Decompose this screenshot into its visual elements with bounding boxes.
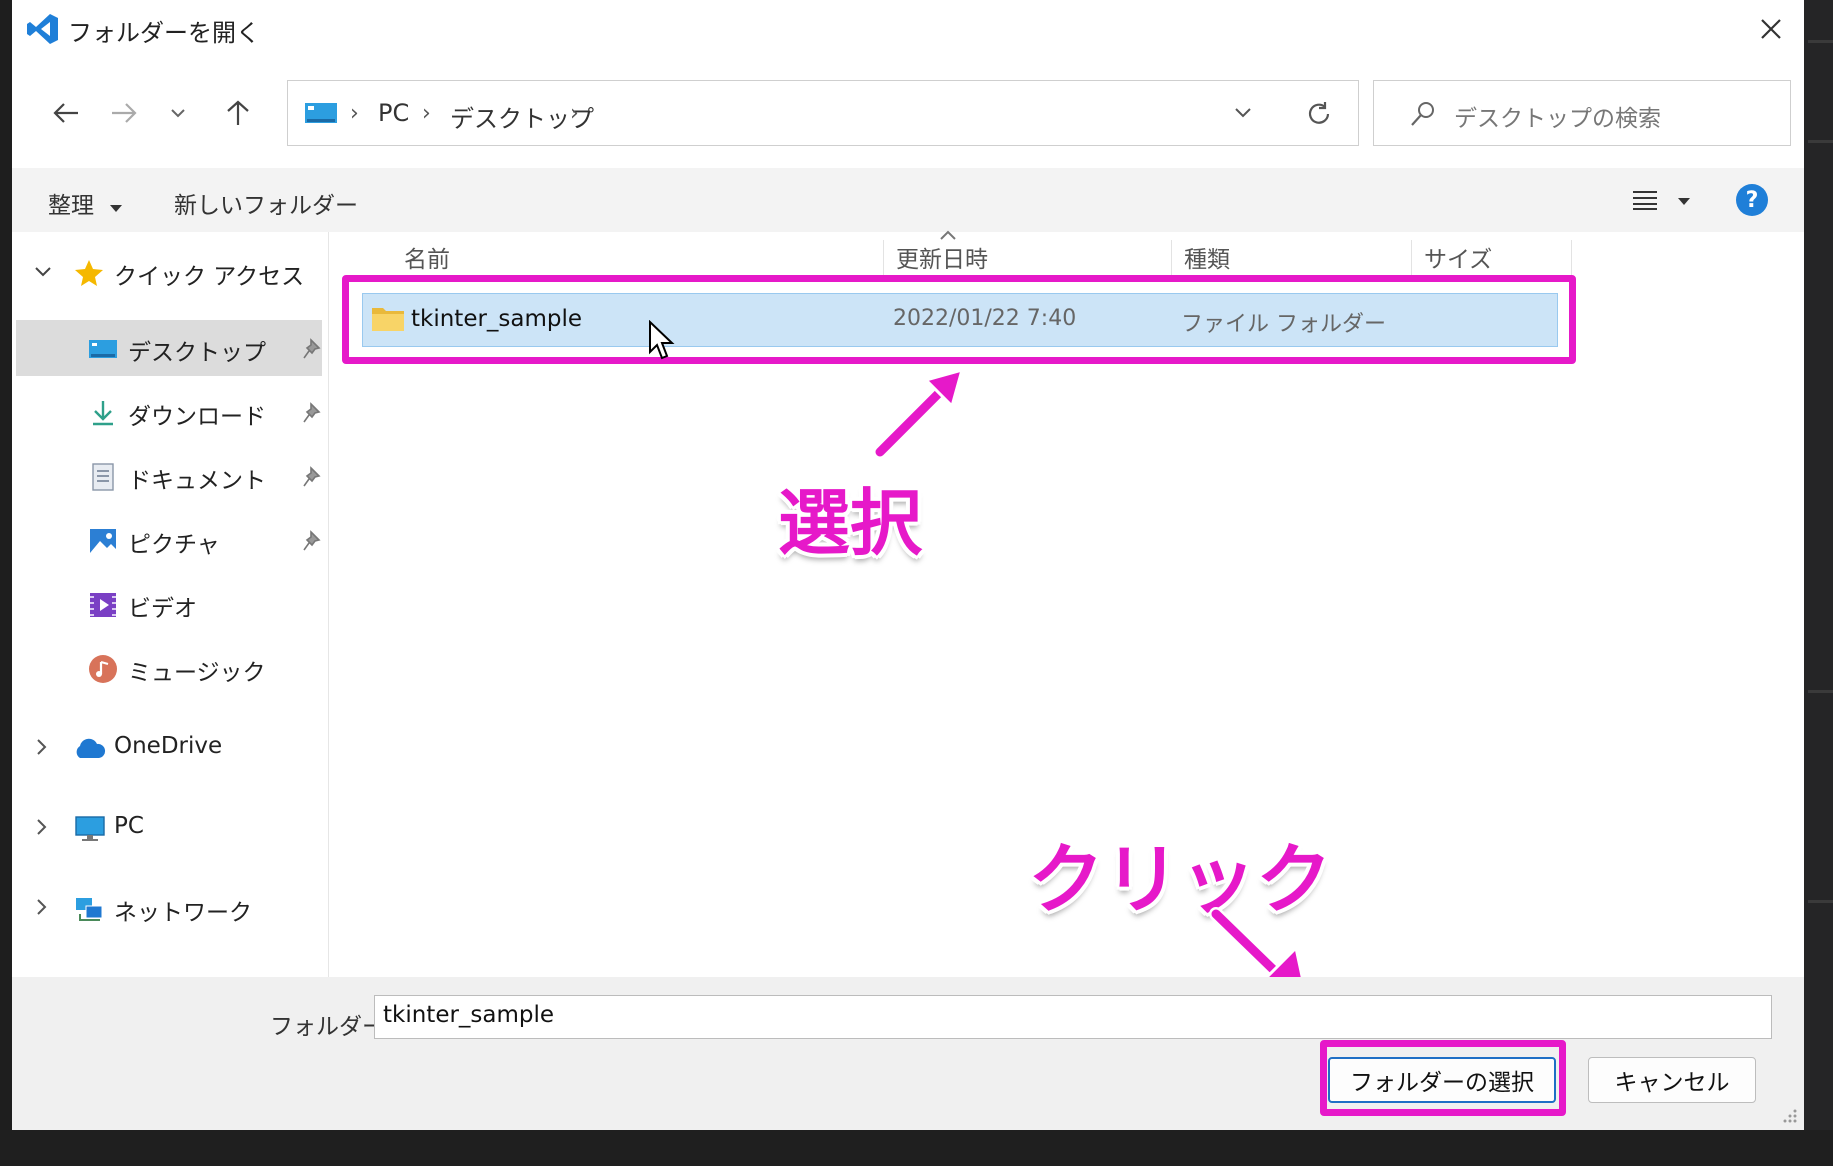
- annotation-select-text: 選択: [778, 481, 923, 565]
- forward-button[interactable]: [102, 88, 146, 138]
- cloud-icon: [76, 738, 106, 758]
- chevron-right-icon: [37, 739, 47, 755]
- sidebar-item-downloads[interactable]: ダウンロード: [16, 384, 322, 440]
- back-button[interactable]: [44, 88, 88, 138]
- arrow-right-icon: [112, 103, 137, 123]
- search-placeholder: デスクトップの検索: [1454, 106, 1661, 132]
- caret-down-icon: [1678, 198, 1691, 205]
- list-view-icon: [1633, 191, 1657, 210]
- background-line: [1808, 900, 1833, 903]
- sidebar-item-label: OneDrive: [114, 733, 223, 759]
- annotation-arrow-up: [873, 367, 965, 459]
- address-bar[interactable]: › PC › デスクトップ ›: [287, 80, 1359, 146]
- folder-name-input[interactable]: tkinter_sample: [374, 995, 1772, 1039]
- pin-icon[interactable]: [302, 402, 322, 424]
- background-line: [1808, 40, 1833, 43]
- search-box[interactable]: デスクトップの検索: [1373, 80, 1791, 146]
- desktop-icon: [305, 103, 337, 123]
- address-history-icon[interactable]: [1234, 107, 1252, 119]
- desktop-icon: [89, 340, 117, 358]
- recent-locations-button[interactable]: [156, 88, 200, 138]
- breadcrumb-separator: ›: [422, 101, 431, 126]
- sidebar-item-pc[interactable]: PC: [16, 800, 320, 856]
- organize-label: 整理: [48, 193, 94, 219]
- sidebar-item-desktop[interactable]: デスクトップ: [16, 320, 322, 376]
- background-line: [1808, 140, 1833, 143]
- network-icon: [76, 898, 103, 921]
- computer-icon: [75, 816, 105, 841]
- sidebar-item-label: クイック アクセス: [114, 264, 305, 290]
- breadcrumb-separator: ›: [570, 101, 579, 126]
- sidebar-item-documents[interactable]: ドキュメント: [16, 448, 322, 504]
- mouse-pointer-icon: [649, 320, 675, 360]
- refresh-icon[interactable]: [1304, 99, 1334, 129]
- cancel-button[interactable]: キャンセル: [1588, 1057, 1756, 1103]
- sidebar-item-label: ビデオ: [128, 596, 197, 622]
- view-options-button[interactable]: [1632, 190, 1691, 214]
- background-editor-edge: [1800, 0, 1833, 1166]
- pin-icon[interactable]: [302, 530, 322, 552]
- resize-grip-icon[interactable]: [1780, 1106, 1798, 1124]
- sidebar-item-label: ドキュメント: [128, 468, 266, 494]
- sidebar-item-label: デスクトップ: [128, 340, 266, 366]
- video-icon: [90, 593, 116, 617]
- sidebar-item-music[interactable]: ミュージック: [16, 640, 320, 696]
- sidebar-item-label: ミュージック: [128, 660, 266, 686]
- chevron-right-icon: [37, 819, 47, 835]
- breadcrumb-separator: ›: [350, 101, 359, 126]
- navigation-pane: クイック アクセス デスクトップ ダウンロード ドキュメント ピクチャ ビデオ …: [12, 232, 329, 977]
- sidebar-item-label: ダウンロード: [128, 404, 266, 430]
- music-icon: [89, 655, 117, 683]
- vscode-icon: [27, 14, 58, 44]
- close-icon: [1761, 19, 1781, 39]
- arrow-up-icon: [227, 100, 249, 125]
- sidebar-item-quick-access[interactable]: クイック アクセス: [16, 244, 320, 300]
- up-button[interactable]: [216, 88, 260, 138]
- organize-menu[interactable]: 整理: [48, 186, 123, 220]
- chevron-down-icon: [171, 109, 185, 118]
- arrow-left-icon: [53, 103, 78, 123]
- background-bottom: [0, 1130, 1833, 1166]
- sidebar-item-label: ピクチャ: [128, 532, 220, 558]
- row-highlight-box: [342, 275, 1576, 364]
- document-icon: [92, 463, 114, 491]
- sidebar-item-videos[interactable]: ビデオ: [16, 576, 320, 632]
- sidebar-item-network[interactable]: ネットワーク: [16, 880, 320, 936]
- pin-icon[interactable]: [302, 338, 322, 360]
- command-bar: 整理 新しいフォルダー ?: [12, 168, 1804, 232]
- window-title: フォルダーを開く: [68, 19, 260, 47]
- picture-icon: [90, 529, 116, 553]
- button-highlight-box: [1320, 1040, 1566, 1116]
- sidebar-item-pictures[interactable]: ピクチャ: [16, 512, 322, 568]
- open-folder-dialog: フォルダーを開く › PC › デスクトップ › デスクトップの検索 整理 新し…: [12, 0, 1804, 1130]
- chevron-down-icon: [35, 267, 51, 277]
- chevron-right-icon: [37, 899, 47, 915]
- download-icon: [93, 401, 113, 426]
- title-bar: フォルダーを開く: [12, 0, 1804, 58]
- search-icon: [1411, 102, 1434, 126]
- star-icon: [75, 260, 103, 286]
- close-button[interactable]: [1738, 0, 1804, 58]
- new-folder-button[interactable]: 新しいフォルダー: [174, 186, 358, 220]
- sidebar-item-label: PC: [114, 813, 144, 839]
- caret-down-icon: [110, 205, 123, 212]
- pin-icon[interactable]: [302, 466, 322, 488]
- sidebar-item-label: ネットワーク: [114, 900, 252, 926]
- breadcrumb-pc[interactable]: PC: [378, 99, 409, 127]
- help-button[interactable]: ?: [1736, 184, 1768, 216]
- sidebar-item-onedrive[interactable]: OneDrive: [16, 720, 320, 776]
- background-line: [1808, 690, 1833, 693]
